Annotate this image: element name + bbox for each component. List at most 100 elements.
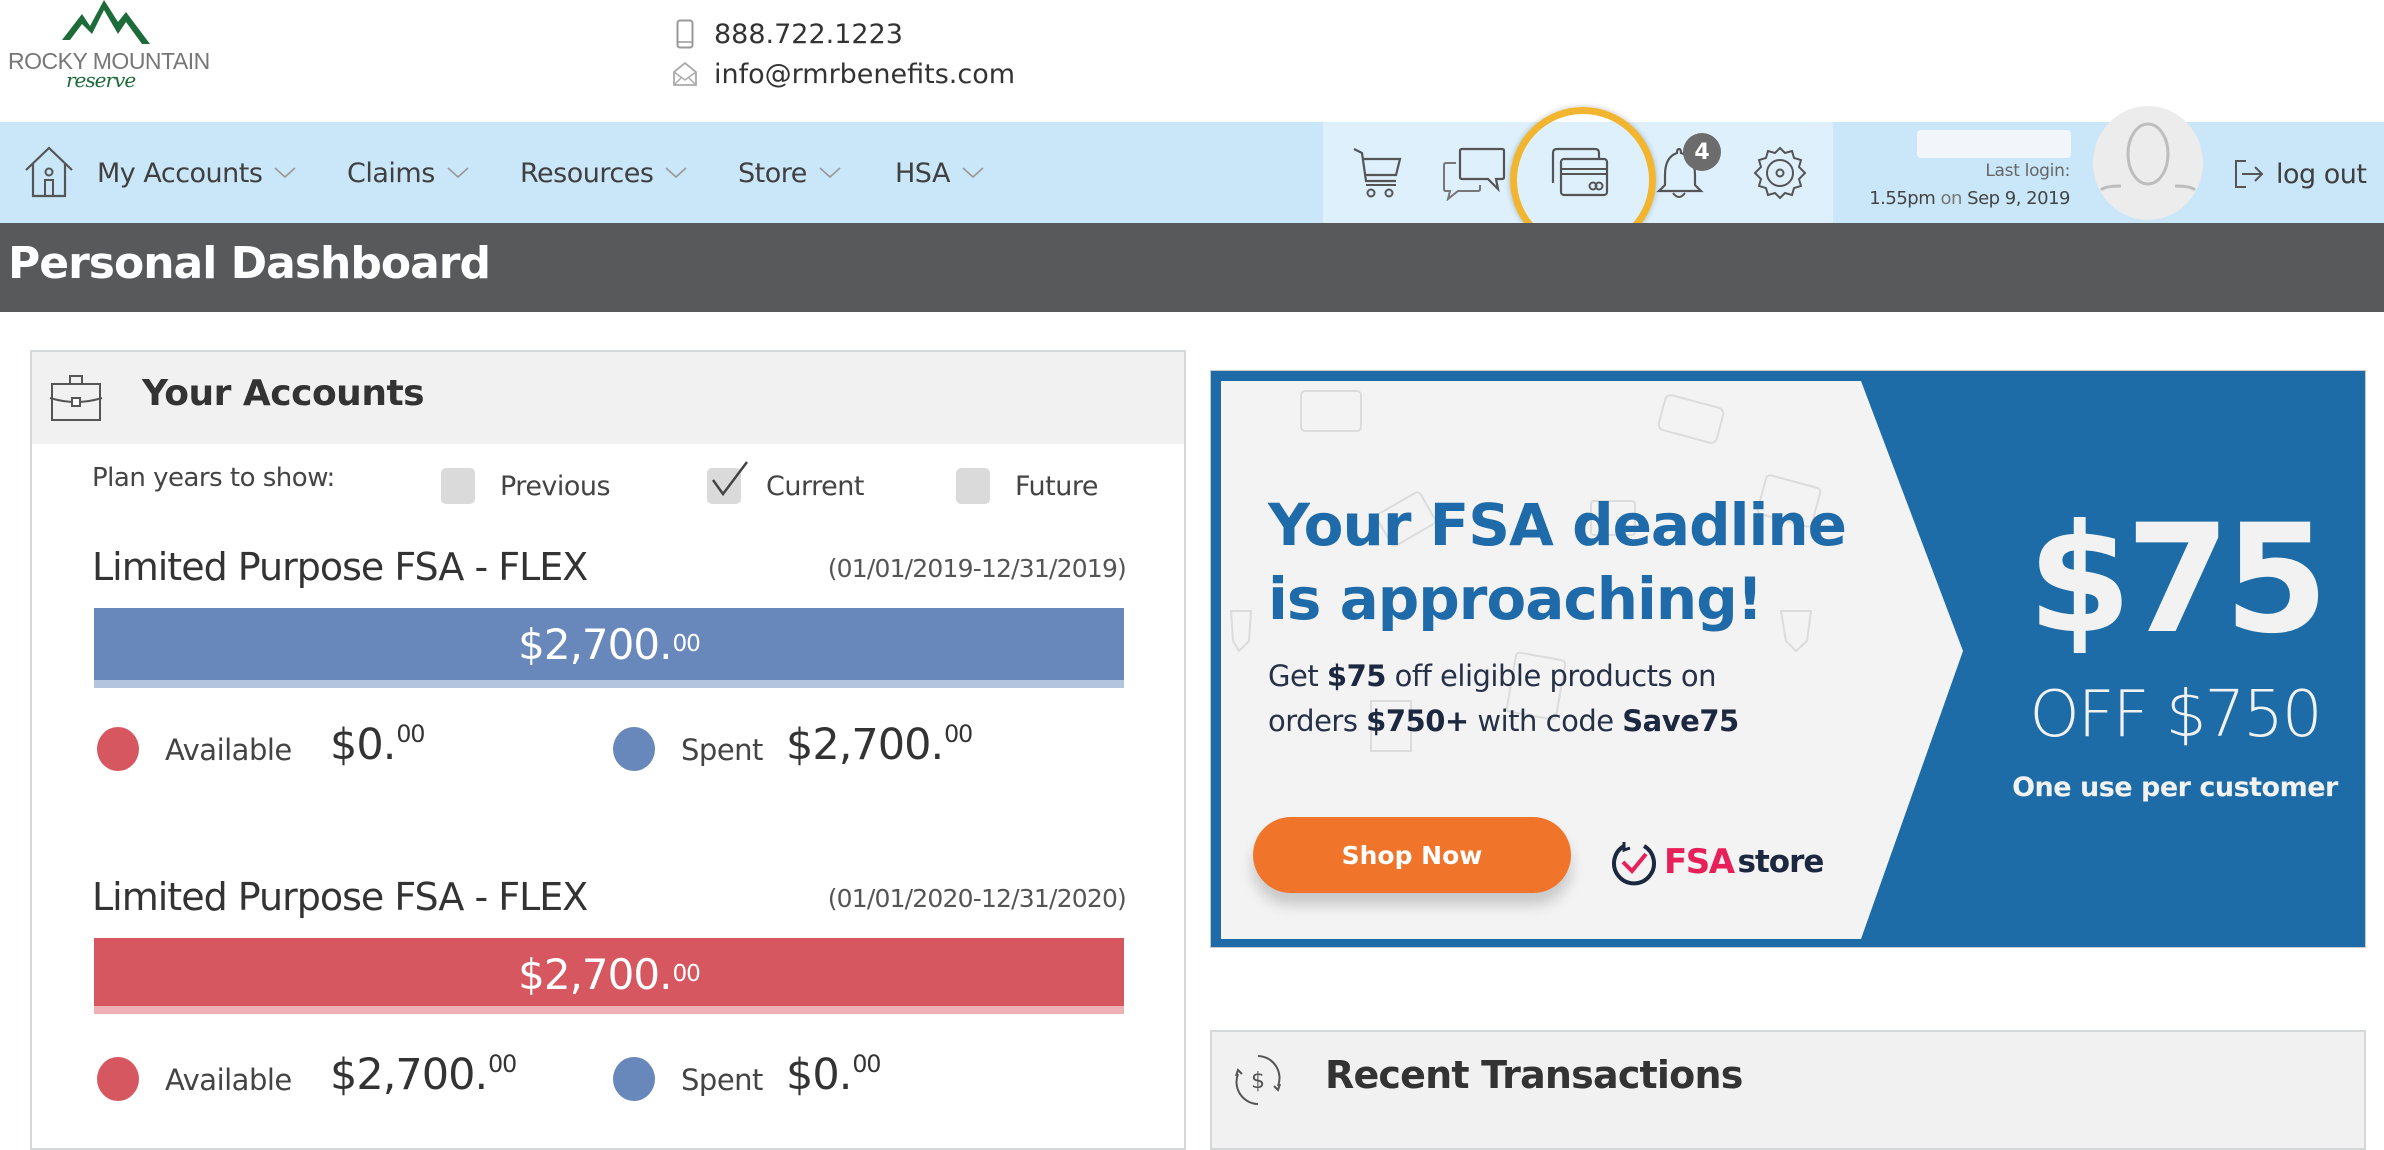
ad-promo-code: Save75 — [1622, 704, 1739, 738]
checkbox-box[interactable] — [441, 468, 475, 504]
nav-label: Store — [738, 157, 807, 189]
spent-dot — [613, 1057, 655, 1101]
store-logo-text: store — [1737, 844, 1825, 880]
bar-amount: $2,700. — [518, 619, 672, 669]
amount-cents: 00 — [396, 720, 425, 749]
plan-year-current-checkbox[interactable]: Current — [707, 461, 864, 504]
checkbox-label: Current — [766, 470, 864, 502]
person-silhouette-icon — [2099, 122, 2197, 192]
cart-icon[interactable] — [1343, 142, 1413, 204]
nav-resources[interactable]: Resources — [520, 150, 687, 196]
bar-amount-cents: 00 — [672, 961, 700, 987]
account-name[interactable]: Limited Purpose FSA - FLEX — [92, 875, 588, 919]
account-dates: (01/01/2020-12/31/2020) — [827, 884, 1127, 913]
checkbox-box[interactable] — [956, 468, 990, 504]
ad-text: Get — [1268, 659, 1319, 693]
briefcase-icon — [48, 374, 104, 428]
recent-transactions-title: Recent Transactions — [1325, 1053, 1743, 1097]
dollar-cycle-icon: $ — [1230, 1052, 1286, 1112]
plan-year-previous-checkbox[interactable]: Previous — [441, 468, 611, 504]
available-amount: $0.00 — [330, 720, 425, 770]
spent-amount: $2,700.00 — [786, 720, 973, 770]
logout-label: log out — [2276, 158, 2367, 190]
last-login-time: 1.55pm — [1869, 188, 1936, 209]
bar-amount: $2,700. — [518, 949, 672, 999]
spent-dot — [613, 727, 655, 771]
messages-icon[interactable] — [1440, 142, 1510, 204]
last-login-label: Last login: — [1985, 161, 2070, 181]
ad-off-text: OFF $750 — [2029, 678, 2322, 752]
ad-text: with code — [1477, 704, 1614, 738]
ad-minimum: $750+ — [1366, 704, 1469, 738]
page-title: Personal Dashboard — [8, 238, 491, 289]
ad-text: off eligible products on — [1394, 659, 1717, 693]
nav-claims[interactable]: Claims — [347, 150, 469, 196]
last-login-date: Sep 9, 2019 — [1967, 188, 2070, 209]
logout-link[interactable]: log out — [2234, 150, 2367, 198]
amount-whole: $0. — [786, 1050, 852, 1100]
company-logo[interactable]: ROCKY MOUNTAIN reserve — [4, 0, 219, 95]
last-login-value: 1.55pm on Sep 9, 2019 — [1830, 188, 2070, 209]
amount-cents: 00 — [944, 720, 973, 749]
nav-store[interactable]: Store — [738, 150, 841, 196]
nav-hsa[interactable]: HSA — [895, 150, 984, 196]
chevron-down-icon — [447, 167, 469, 179]
your-accounts-title: Your Accounts — [142, 373, 425, 414]
ad-headline-line2: is approaching! — [1268, 565, 1763, 633]
amount-whole: $0. — [330, 720, 396, 770]
available-amount: $2,700.00 — [330, 1050, 517, 1100]
fsa-store-logo: FSA store — [1610, 838, 1825, 886]
phone-row[interactable]: 888.722.1223 — [670, 14, 1015, 54]
available-dot — [97, 727, 139, 771]
ad-big-amount: $75 — [2027, 493, 2328, 667]
amount-cents: 00 — [488, 1050, 517, 1079]
checkmark-icon — [711, 461, 748, 497]
mountain-logo-icon — [62, 0, 150, 44]
email-row[interactable]: info@rmrbenefits.com — [670, 54, 1015, 94]
fsa-logo-text: FSA — [1664, 842, 1735, 882]
amount-cents: 00 — [852, 1050, 881, 1079]
gear-icon[interactable] — [1745, 142, 1815, 204]
svg-text:$: $ — [1251, 1069, 1265, 1094]
phone-number: 888.722.1223 — [714, 18, 903, 50]
logout-icon — [2234, 159, 2266, 189]
checkbox-label: Previous — [500, 470, 611, 502]
plan-years-label: Plan years to show: — [92, 463, 335, 493]
available-dot — [97, 1057, 139, 1101]
home-icon[interactable] — [22, 144, 76, 200]
checkbox-box[interactable] — [707, 461, 748, 504]
nav-label: HSA — [895, 157, 950, 189]
last-login-on: on — [1940, 188, 1962, 209]
account-dates: (01/01/2019-12/31/2019) — [827, 554, 1127, 583]
user-name-redacted — [1917, 130, 2071, 158]
ad-headline: Your FSA deadline is approaching! — [1268, 488, 1847, 636]
user-avatar[interactable] — [2093, 106, 2203, 220]
checkbox-label: Future — [1015, 470, 1098, 502]
email-address: info@rmrbenefits.com — [714, 58, 1016, 90]
spent-label: Spent — [681, 1063, 763, 1097]
notification-count-badge: 4 — [1683, 133, 1721, 171]
ad-text: orders — [1268, 704, 1358, 738]
available-label: Available — [165, 1063, 292, 1097]
envelope-icon — [670, 61, 700, 87]
credit-cards-icon[interactable] — [1545, 142, 1615, 204]
spent-label: Spent — [681, 733, 763, 767]
account-balance-bar[interactable]: $2,700. 00 — [94, 938, 1124, 1010]
chevron-down-icon — [665, 167, 687, 179]
nav-label: Claims — [347, 157, 435, 189]
nav-label: Resources — [520, 157, 654, 189]
chevron-down-icon — [274, 167, 296, 179]
chevron-down-icon — [962, 167, 984, 179]
ad-limit-text: One use per customer — [2012, 772, 2338, 803]
logo-script: reserve — [66, 68, 136, 92]
account-balance-bar[interactable]: $2,700. 00 — [94, 608, 1124, 680]
phone-icon — [670, 19, 700, 49]
fsa-check-icon — [1612, 842, 1656, 886]
account-name[interactable]: Limited Purpose FSA - FLEX — [92, 545, 588, 589]
nav-my-accounts[interactable]: My Accounts — [97, 150, 296, 196]
account-bar-underline — [94, 1006, 1124, 1014]
shop-now-button[interactable]: Shop Now — [1253, 817, 1571, 893]
ad-body-text: Get $75 off eligible products on orders … — [1268, 654, 1739, 744]
chevron-down-icon — [819, 167, 841, 179]
plan-year-future-checkbox[interactable]: Future — [956, 468, 1098, 504]
